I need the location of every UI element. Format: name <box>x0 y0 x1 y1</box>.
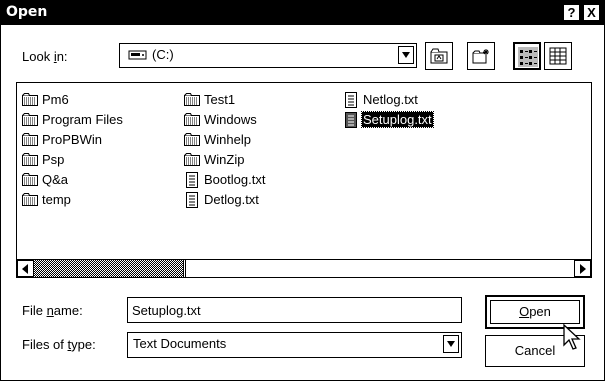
folder-icon <box>22 132 38 147</box>
folder-icon <box>184 152 200 167</box>
file-name: Setuplog.txt <box>361 111 434 128</box>
scroll-right-button[interactable] <box>574 260 591 277</box>
create-new-folder-icon <box>472 48 490 67</box>
file-name: Bootlog.txt <box>204 172 266 187</box>
details-view-icon <box>549 47 567 68</box>
file-name: ProPBWin <box>42 132 102 147</box>
close-button[interactable]: X <box>583 4 600 21</box>
file-type-label: Files of type: <box>22 337 96 352</box>
open-button-focus: Open <box>490 300 580 324</box>
look-in-label: Look in: <box>22 49 68 64</box>
details-view-button[interactable] <box>544 42 572 70</box>
folder-icon <box>22 192 38 207</box>
file-name: Pm6 <box>42 92 69 107</box>
help-button[interactable]: ? <box>563 4 580 21</box>
file-name: Windows <box>204 112 257 127</box>
up-one-level-button[interactable] <box>425 42 453 70</box>
file-name: Program Files <box>42 112 123 127</box>
title-bar[interactable]: Open ? X <box>1 1 604 25</box>
open-button-label: Open <box>519 304 551 319</box>
file-name-label: File name: <box>22 303 83 318</box>
file-type-value: Text Documents <box>133 336 227 351</box>
up-one-level-icon <box>430 48 448 67</box>
window-title: Open <box>6 4 48 20</box>
file-name-input[interactable] <box>128 298 465 322</box>
file-name: Q&a <box>42 172 69 187</box>
file-name: Detlog.txt <box>204 192 259 207</box>
file-name-field[interactable] <box>127 297 465 323</box>
list-view-icon <box>518 47 538 70</box>
look-in-combo[interactable]: (C:) <box>119 43 417 68</box>
text-file-icon <box>343 112 359 128</box>
create-new-folder-button[interactable] <box>467 42 495 70</box>
look-in-dropdown-button[interactable] <box>398 46 414 64</box>
folder-icon <box>22 112 38 127</box>
file-name: Winhelp <box>204 132 251 147</box>
file-name: Test1 <box>204 92 236 107</box>
file-type-dropdown-button[interactable] <box>443 335 459 353</box>
mouse-pointer-icon <box>562 323 584 353</box>
cancel-button-label: Cancel <box>514 343 556 358</box>
folder-icon <box>184 112 200 127</box>
folder-icon <box>22 92 38 107</box>
scroll-track[interactable] <box>34 260 183 277</box>
folder-icon <box>184 132 200 147</box>
text-file-icon <box>184 172 200 188</box>
scroll-thumb[interactable] <box>183 260 186 277</box>
file-name: Netlog.txt <box>363 92 418 107</box>
scroll-left-button[interactable] <box>17 260 34 277</box>
file-type-combo[interactable]: Text Documents <box>127 332 462 358</box>
text-file-icon <box>343 92 359 108</box>
file-name: Psp <box>42 152 65 167</box>
file-name: WinZip <box>204 152 245 167</box>
hard-drive-icon <box>128 49 148 64</box>
folder-icon <box>184 92 200 107</box>
text-file-icon <box>184 192 200 208</box>
look-in-value: (C:) <box>152 47 174 62</box>
folder-icon <box>22 152 38 167</box>
list-view-button[interactable] <box>513 42 541 70</box>
horizontal-scrollbar[interactable] <box>17 259 591 277</box>
folder-icon <box>22 172 38 187</box>
file-name: temp <box>42 192 71 207</box>
file-list[interactable]: Pm6 Program Files ProPBWin Psp Q&a temp … <box>16 82 592 278</box>
open-dialog: Open ? X Look in: (C:) Pm6 Program Files… <box>0 0 605 381</box>
